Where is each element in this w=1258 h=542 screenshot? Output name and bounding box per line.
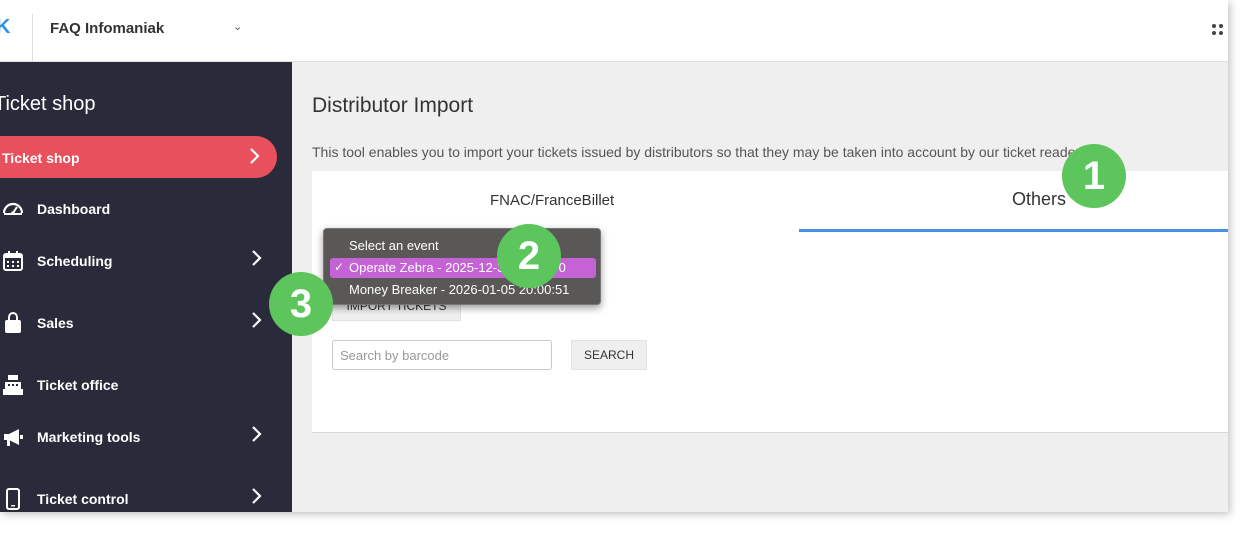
tab-others[interactable]: Others: [1012, 189, 1066, 210]
cash-register-icon: [2, 374, 24, 396]
dropdown-option[interactable]: Select an event: [349, 238, 439, 253]
smartphone-icon: [2, 488, 24, 510]
active-tab-indicator: [799, 229, 1228, 232]
sidebar-item-label: Ticket shop: [2, 150, 80, 166]
sidebar-item-ticket-control[interactable]: Ticket control: [0, 484, 292, 512]
sidebar-item-marketing-tools[interactable]: Marketing tools: [0, 422, 292, 452]
sidebar-item-ticket-office[interactable]: Ticket office: [0, 370, 292, 400]
sidebar-item-sales[interactable]: Sales: [0, 308, 292, 338]
sidebar-item-label: Dashboard: [37, 201, 111, 217]
speedometer-icon: [2, 198, 24, 220]
callout-1: 1: [1062, 144, 1126, 208]
chevron-right-icon: [250, 250, 264, 266]
sidebar-item-dashboard[interactable]: Dashboard: [0, 194, 292, 224]
chevron-right-icon: [250, 426, 264, 442]
page-description: This tool enables you to import your tic…: [312, 144, 1084, 160]
callout-3: 3: [269, 272, 333, 336]
infomaniak-logo[interactable]: K: [0, 16, 10, 39]
sidebar-item-label: Sales: [37, 315, 74, 331]
callout-2: 2: [497, 224, 561, 288]
checkmark-icon: ✓: [334, 260, 345, 274]
chevron-right-icon: [250, 488, 264, 504]
calendar-icon: [2, 250, 24, 272]
sidebar-item-label: Scheduling: [37, 253, 113, 269]
tab-fnac-francebillet[interactable]: FNAC/FranceBillet: [490, 192, 614, 209]
header-divider: [32, 14, 33, 62]
barcode-search-input[interactable]: [332, 340, 552, 370]
sidebar-item-label: Ticket control: [37, 491, 129, 507]
page-title: Distributor Import: [312, 94, 474, 117]
app-window: K FAQ Infomaniak ⌄ Ticket shop Ticket sh…: [0, 0, 1228, 512]
top-bar: K FAQ Infomaniak ⌄: [0, 0, 1228, 62]
chevron-right-icon: [250, 312, 264, 328]
apps-grid-icon[interactable]: [1212, 24, 1228, 40]
sidebar-item-ticket-shop[interactable]: Ticket shop: [0, 136, 277, 178]
sidebar-section-title: Ticket shop: [0, 93, 96, 115]
search-button[interactable]: SEARCH: [571, 340, 647, 370]
organization-selector[interactable]: FAQ Infomaniak: [50, 20, 164, 37]
sidebar-item-label: Marketing tools: [37, 429, 141, 445]
event-select-dropdown[interactable]: Select an event ✓ Operate Zebra - 2025-1…: [323, 228, 601, 305]
sidebar-item-scheduling[interactable]: Scheduling: [0, 246, 292, 276]
shopping-bag-icon: [2, 312, 24, 334]
chevron-down-icon[interactable]: ⌄: [233, 20, 242, 33]
chevron-right-icon: [248, 148, 262, 164]
sidebar: Ticket shop Ticket shop Dashboard Schedu…: [0, 62, 292, 512]
sidebar-item-label: Ticket office: [37, 377, 119, 393]
megaphone-icon: [2, 426, 24, 448]
